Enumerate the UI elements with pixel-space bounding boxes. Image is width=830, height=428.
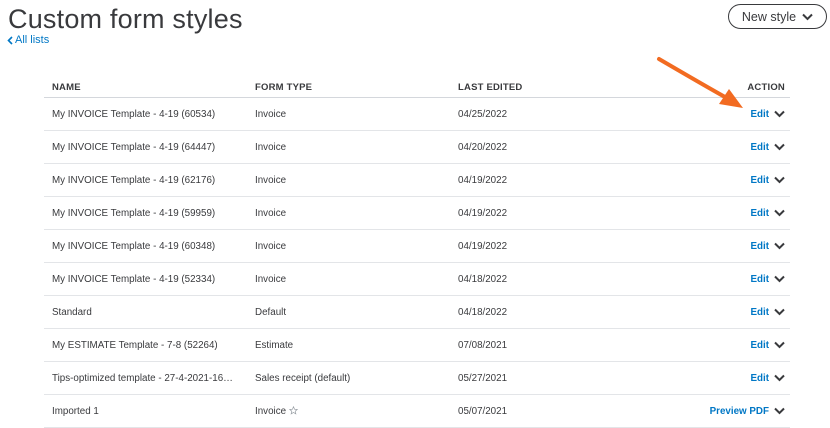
action-cell: Preview PDF: [710, 406, 785, 417]
chevron-down-icon[interactable]: [774, 242, 785, 250]
form-type-label: Default: [255, 306, 287, 318]
chevron-down-icon[interactable]: [774, 407, 785, 415]
chevron-left-icon: [7, 35, 13, 45]
form-name-cell: My INVOICE Template - 4-19 (52334): [52, 273, 216, 285]
new-style-label: New style: [741, 9, 797, 24]
table-row: My INVOICE Template - 4-19 (52334) Invoic…: [44, 263, 790, 296]
column-header-form-type[interactable]: FORM TYPE: [255, 82, 312, 93]
form-type-label: Sales receipt (default): [255, 372, 351, 384]
edit-link[interactable]: Edit: [750, 274, 769, 285]
chevron-down-icon: [802, 13, 813, 20]
form-name-cell: My ESTIMATE Template - 7-8 (52264): [52, 339, 218, 351]
form-type-label: Invoice: [255, 273, 287, 285]
chevron-down-icon[interactable]: [774, 110, 785, 118]
action-cell: Edit: [750, 241, 785, 252]
chevron-down-icon[interactable]: [774, 176, 785, 184]
last-edited-cell: 04/18/2022: [458, 306, 508, 318]
page-title: Custom form styles: [8, 4, 243, 34]
edit-link[interactable]: Edit: [750, 307, 769, 318]
edit-link[interactable]: Edit: [750, 241, 769, 252]
last-edited-cell: 04/25/2022: [458, 108, 508, 120]
table-row: Imported 1 Invoice 05/07/2021 Preview PDF: [44, 395, 790, 428]
form-name-cell: My INVOICE Template - 4-19 (64447): [52, 141, 216, 153]
form-name-cell: Tips-optimized template - 27-4-2021-16…: [52, 372, 233, 384]
preview-pdf-link[interactable]: Preview PDF: [710, 406, 769, 417]
table-row: Standard Default 04/18/2022 Edit: [44, 296, 790, 329]
action-cell: Edit: [750, 142, 785, 153]
last-edited-cell: 04/19/2022: [458, 240, 508, 252]
form-type-cell: Invoice: [255, 274, 286, 285]
last-edited-cell: 04/19/2022: [458, 207, 508, 219]
table-row: Tips-optimized template - 27-4-2021-16… S…: [44, 362, 790, 395]
form-type-label: Invoice: [255, 108, 287, 120]
last-edited-cell: 04/19/2022: [458, 174, 508, 186]
chevron-down-icon[interactable]: [774, 275, 785, 283]
all-lists-label: All lists: [15, 34, 50, 46]
form-type-cell: Invoice: [255, 109, 286, 120]
action-cell: Edit: [750, 274, 785, 285]
form-type-cell: Invoice: [255, 175, 286, 186]
action-cell: Edit: [750, 340, 785, 351]
table-row: My INVOICE Template - 4-19 (60534) Invoic…: [44, 98, 790, 131]
action-cell: Edit: [750, 373, 785, 384]
form-type-label: Estimate: [255, 339, 294, 351]
edit-link[interactable]: Edit: [750, 208, 769, 219]
form-name-cell: My INVOICE Template - 4-19 (60348): [52, 240, 216, 252]
last-edited-cell: 05/07/2021: [458, 405, 508, 417]
table-header: NAME FORM TYPE LAST EDITED ACTION: [44, 77, 790, 98]
chevron-down-icon[interactable]: [774, 209, 785, 217]
form-name-cell: Standard: [52, 306, 92, 318]
form-type-cell: Invoice: [255, 208, 286, 219]
table-row: My INVOICE Template - 4-19 (62176) Invoic…: [44, 164, 790, 197]
form-type-cell: Invoice: [255, 405, 299, 417]
form-type-cell: Sales receipt (default): [255, 373, 350, 384]
edit-link[interactable]: Edit: [750, 109, 769, 120]
form-type-cell: Invoice: [255, 241, 286, 252]
form-type-label: Invoice: [255, 174, 287, 186]
edit-link[interactable]: Edit: [750, 340, 769, 351]
edit-link[interactable]: Edit: [750, 373, 769, 384]
form-type-cell: Invoice: [255, 142, 286, 153]
form-name-cell: My INVOICE Template - 4-19 (60534): [52, 108, 216, 120]
form-type-cell: Estimate: [255, 340, 293, 351]
form-type-label: Invoice: [255, 240, 287, 252]
table-row: My INVOICE Template - 4-19 (64447) Invoic…: [44, 131, 790, 164]
chevron-down-icon[interactable]: [774, 374, 785, 382]
form-type-label: Invoice: [255, 207, 287, 219]
edit-link[interactable]: Edit: [750, 175, 769, 186]
column-header-name[interactable]: NAME: [52, 82, 81, 93]
form-type-label: Invoice: [255, 405, 287, 417]
table-row: My ESTIMATE Template - 7-8 (52264) Estima…: [44, 329, 790, 362]
action-cell: Edit: [750, 307, 785, 318]
table-row: My INVOICE Template - 4-19 (59959) Invoic…: [44, 197, 790, 230]
form-type-cell: Default: [255, 307, 286, 318]
form-name-cell: Imported 1: [52, 405, 99, 417]
chevron-down-icon[interactable]: [774, 143, 785, 151]
table-body: My INVOICE Template - 4-19 (60534) Invoic…: [44, 98, 790, 428]
last-edited-cell: 07/08/2021: [458, 339, 508, 351]
action-cell: Edit: [750, 175, 785, 186]
edit-link[interactable]: Edit: [750, 142, 769, 153]
new-style-button[interactable]: New style: [728, 4, 827, 29]
action-cell: Edit: [750, 109, 785, 120]
last-edited-cell: 05/27/2021: [458, 372, 508, 384]
form-name-cell: My INVOICE Template - 4-19 (62176): [52, 174, 216, 186]
table-row: My INVOICE Template - 4-19 (60348) Invoic…: [44, 230, 790, 263]
chevron-down-icon[interactable]: [774, 308, 785, 316]
column-header-last-edited[interactable]: LAST EDITED: [458, 82, 522, 93]
form-type-label: Invoice: [255, 141, 287, 153]
star-outline-icon[interactable]: [289, 405, 299, 415]
form-styles-table: NAME FORM TYPE LAST EDITED ACTION My INV…: [44, 77, 790, 428]
action-cell: Edit: [750, 208, 785, 219]
chevron-down-icon[interactable]: [774, 341, 785, 349]
last-edited-cell: 04/20/2022: [458, 141, 508, 153]
column-header-action: ACTION: [747, 81, 785, 93]
last-edited-cell: 04/18/2022: [458, 273, 508, 285]
all-lists-link[interactable]: All lists: [7, 33, 49, 47]
form-name-cell: My INVOICE Template - 4-19 (59959): [52, 207, 216, 219]
